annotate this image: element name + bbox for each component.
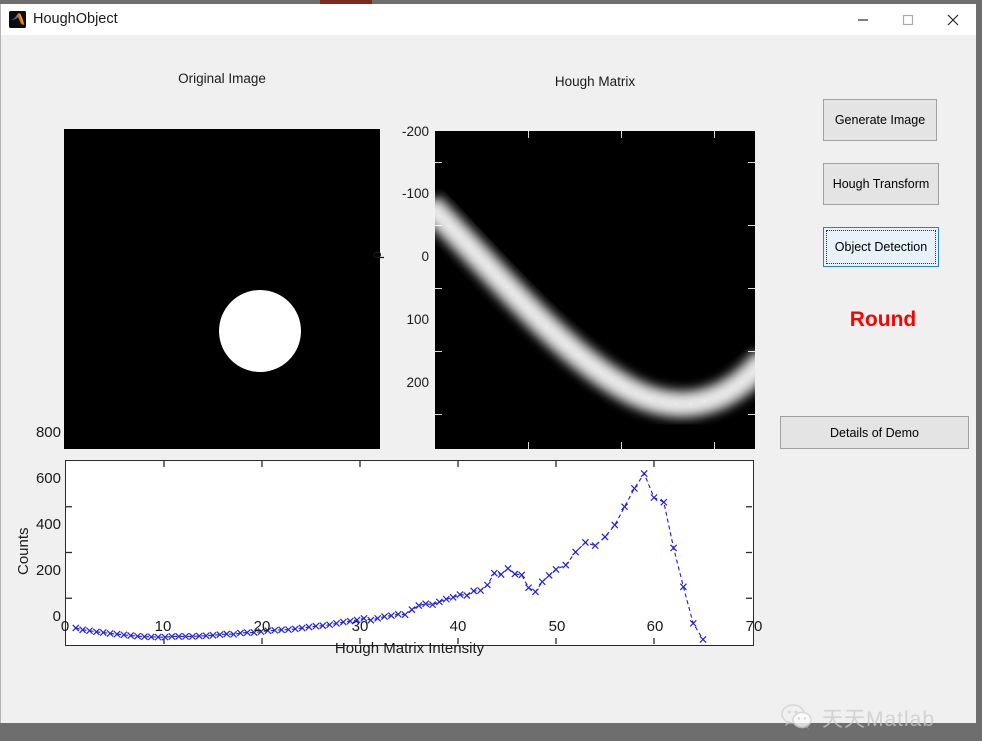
maximize-icon[interactable] bbox=[885, 4, 930, 35]
close-icon[interactable] bbox=[930, 4, 975, 35]
hough-ytick-1: -200 bbox=[401, 124, 429, 139]
hough-ytick-5: 200 bbox=[406, 375, 429, 390]
hough-ytick-2: -100 bbox=[401, 186, 429, 201]
histogram-ytick-4: 800 bbox=[35, 424, 61, 441]
wechat-icon bbox=[781, 704, 812, 730]
histogram-x-axis-title: Hough Matrix Intensity bbox=[334, 640, 485, 657]
hough-transform-button[interactable]: Hough Transform bbox=[823, 163, 939, 205]
screenshot-root: HoughObject Original Image Hough Matrix … bbox=[0, 0, 982, 731]
watermark-text: 天天Matlab bbox=[822, 708, 936, 731]
result-status-label: Round bbox=[849, 308, 917, 331]
histogram-xtick-6: 60 bbox=[646, 618, 664, 635]
histogram-xtick-3: 30 bbox=[351, 618, 369, 635]
hough-matrix-axes bbox=[435, 131, 755, 449]
generate-image-button[interactable]: Generate Image bbox=[823, 99, 937, 141]
histogram-xtick-0: 0 bbox=[60, 618, 70, 635]
hough-matrix-title: Hough Matrix bbox=[554, 74, 636, 89]
histogram-ytick-3: 600 bbox=[35, 470, 61, 487]
hough-ytick-3: 0 bbox=[421, 249, 429, 264]
object-detection-button-label: Object Detection bbox=[834, 240, 928, 254]
matlab-logo-icon bbox=[9, 11, 26, 28]
details-of-demo-button[interactable]: Details of Demo bbox=[780, 416, 969, 449]
histogram-ytick-2: 400 bbox=[35, 516, 61, 533]
histogram-xtick-1: 10 bbox=[154, 618, 172, 635]
detected-circle-shape bbox=[219, 290, 301, 372]
hough-ytick-4: 100 bbox=[406, 312, 429, 327]
hough-rho-axis-label: ρ bbox=[367, 251, 384, 259]
histogram-xtick-7: 70 bbox=[745, 618, 763, 635]
minimize-icon[interactable] bbox=[840, 4, 885, 35]
histogram-xtick-2: 20 bbox=[253, 618, 271, 635]
histogram-ytick-1: 200 bbox=[35, 562, 61, 579]
original-image-title: Original Image bbox=[178, 71, 266, 86]
window-title: HoughObject bbox=[33, 11, 118, 27]
original-image-axes bbox=[64, 129, 380, 449]
histogram-xtick-5: 50 bbox=[548, 618, 566, 635]
client-area: Original Image Hough Matrix ρ -200 -100 … bbox=[1, 35, 976, 731]
title-bar: HoughObject bbox=[1, 4, 976, 36]
application-window: HoughObject Original Image Hough Matrix … bbox=[0, 4, 976, 731]
histogram-xtick-4: 40 bbox=[449, 618, 467, 635]
object-detection-button[interactable]: Object Detection bbox=[823, 227, 939, 267]
watermark: 天天Matlab bbox=[781, 695, 971, 741]
